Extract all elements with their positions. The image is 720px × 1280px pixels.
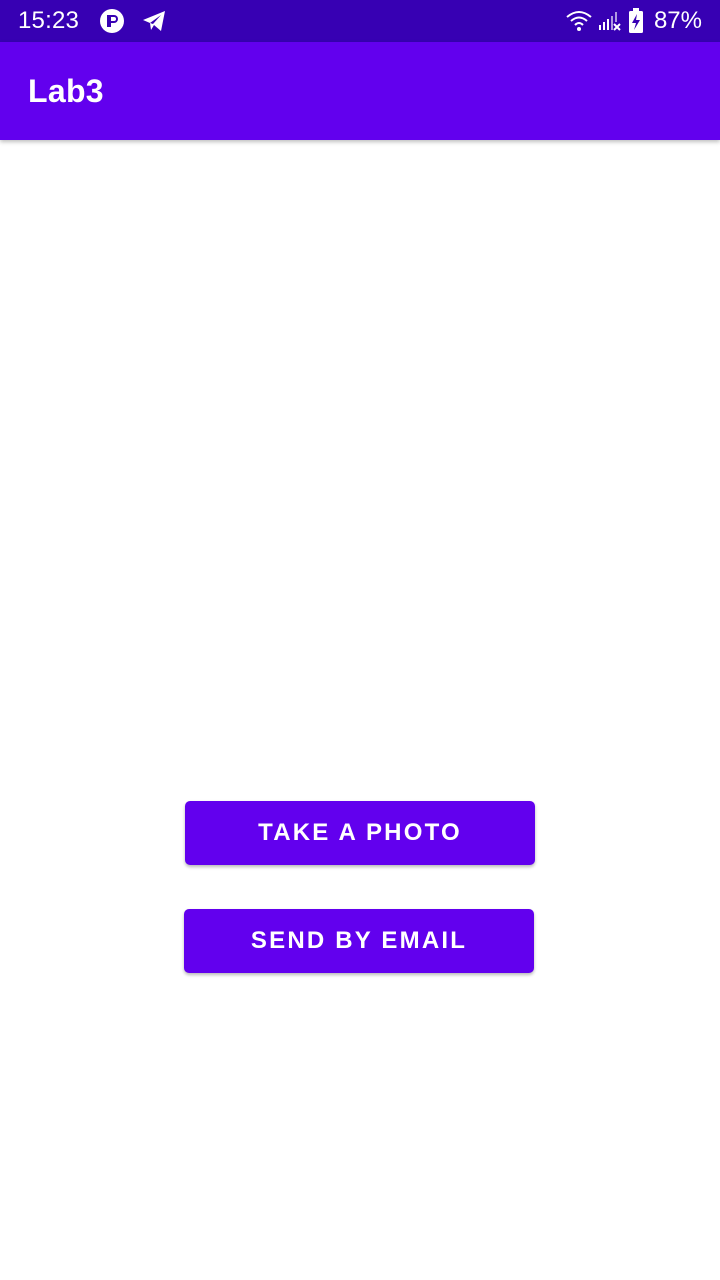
status-bar-left: 15:23 <box>18 7 566 35</box>
app-title: Lab3 <box>28 72 104 109</box>
screen: 15:23 87% Lab3 TAKE A PHOTO SEND BY EMAI… <box>0 0 720 1280</box>
wifi-icon <box>566 10 592 32</box>
battery-charging-icon <box>628 8 644 34</box>
status-time: 15:23 <box>18 7 80 34</box>
take-photo-button[interactable]: TAKE A PHOTO <box>185 801 535 865</box>
app-notification-icon <box>99 8 125 34</box>
status-bar-right: 87% <box>566 7 702 35</box>
battery-percentage: 87% <box>653 7 702 34</box>
signal-no-service-icon <box>598 10 622 32</box>
status-bar: 15:23 87% <box>0 0 720 42</box>
send-email-button[interactable]: SEND BY EMAIL <box>184 909 534 973</box>
telegram-icon <box>141 9 167 33</box>
app-bar: Lab3 <box>0 42 720 140</box>
